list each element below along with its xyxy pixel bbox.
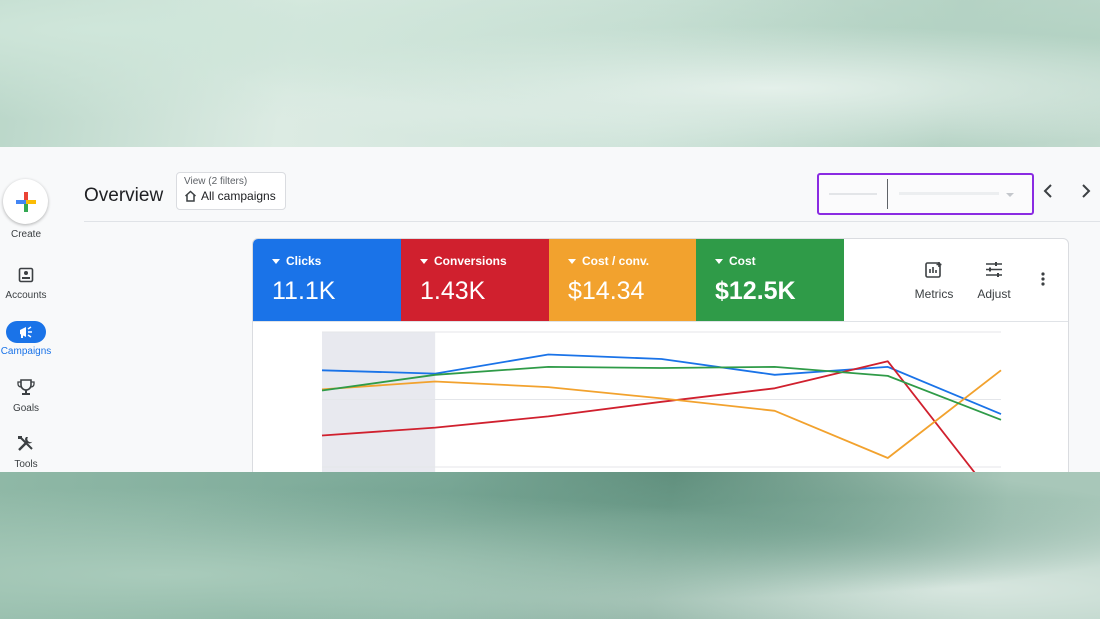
sidebar-item-tools[interactable]: Tools <box>0 435 52 470</box>
view-filter-label: All campaigns <box>201 189 276 203</box>
scorecard-label: Conversions <box>434 254 507 268</box>
background-bottom <box>0 472 1100 619</box>
chevron-right-icon[interactable] <box>1080 183 1092 204</box>
plus-icon <box>15 191 36 212</box>
metrics-label: Metrics <box>914 287 954 301</box>
scorecard-value: 11.1K <box>272 277 336 305</box>
campaigns-icon <box>6 321 46 343</box>
adjust-button[interactable]: Adjust <box>964 261 1024 301</box>
date-preset-blurred <box>829 193 877 195</box>
date-range-blurred <box>899 192 999 195</box>
view-filter-button[interactable]: View (2 filters) All campaigns <box>176 172 286 210</box>
create-button[interactable] <box>3 179 48 224</box>
app-screen: Create Accounts Campaigns Goals Tools Ov… <box>0 147 1100 472</box>
metrics-button[interactable]: Metrics <box>904 261 964 301</box>
create-label-wrap: Create <box>0 227 52 240</box>
sidebar-item-goals[interactable]: Goals <box>0 379 52 414</box>
sidebar-item-label: Campaigns <box>0 346 52 357</box>
dropdown-caret-icon <box>715 258 723 264</box>
date-range-picker[interactable] <box>817 173 1034 215</box>
scorecard-cost-per-conv[interactable]: Cost / conv. $14.34 <box>549 239 697 321</box>
metrics-icon <box>925 262 942 278</box>
dropdown-caret-icon <box>568 258 576 264</box>
sidebar-item-label: Accounts <box>5 290 47 301</box>
scorecard-label: Clicks <box>286 254 322 268</box>
sidebar-item-label: Tools <box>14 459 38 470</box>
dropdown-caret-icon <box>420 258 428 264</box>
create-label: Create <box>10 229 41 240</box>
chevron-left-icon[interactable] <box>1042 183 1054 204</box>
sidebar-item-label: Goals <box>12 403 40 414</box>
dropdown-caret-icon <box>272 258 280 264</box>
accounts-icon <box>18 267 34 283</box>
scorecard-value: 1.43K <box>420 277 486 305</box>
scorecard-label: Cost / conv. <box>582 254 650 268</box>
dropdown-caret-icon <box>1006 193 1014 197</box>
chart-highlight-region <box>322 332 436 472</box>
scorecard-label: Cost <box>729 254 756 268</box>
scorecard-clicks[interactable]: Clicks 11.1K <box>253 239 401 321</box>
performance-card: Clicks 11.1K Conversions 1.43K Cost / co… <box>252 238 1069 472</box>
more-options-icon[interactable] <box>1040 271 1046 292</box>
date-divider <box>887 179 888 209</box>
background-top <box>0 0 1100 147</box>
page-title: Overview <box>84 185 164 206</box>
sidebar-item-campaigns[interactable]: Campaigns <box>0 321 52 357</box>
goals-icon <box>17 379 35 396</box>
scorecard-value: $12.5K <box>715 277 796 305</box>
performance-chart <box>321 331 1002 472</box>
scorecard-conversions[interactable]: Conversions 1.43K <box>401 239 549 321</box>
adjust-label: Adjust <box>977 287 1011 301</box>
view-filter-count: View (2 filters) <box>184 176 248 187</box>
adjust-icon <box>986 262 1002 277</box>
scorecard-cost[interactable]: Cost $12.5K <box>696 239 844 321</box>
tools-icon <box>17 435 35 452</box>
scorecard-value: $14.34 <box>568 277 645 305</box>
header-divider <box>84 221 1100 222</box>
sidebar: Create Accounts Campaigns Goals Tools <box>0 147 52 472</box>
sidebar-item-accounts[interactable]: Accounts <box>0 267 52 301</box>
home-icon <box>184 190 197 202</box>
